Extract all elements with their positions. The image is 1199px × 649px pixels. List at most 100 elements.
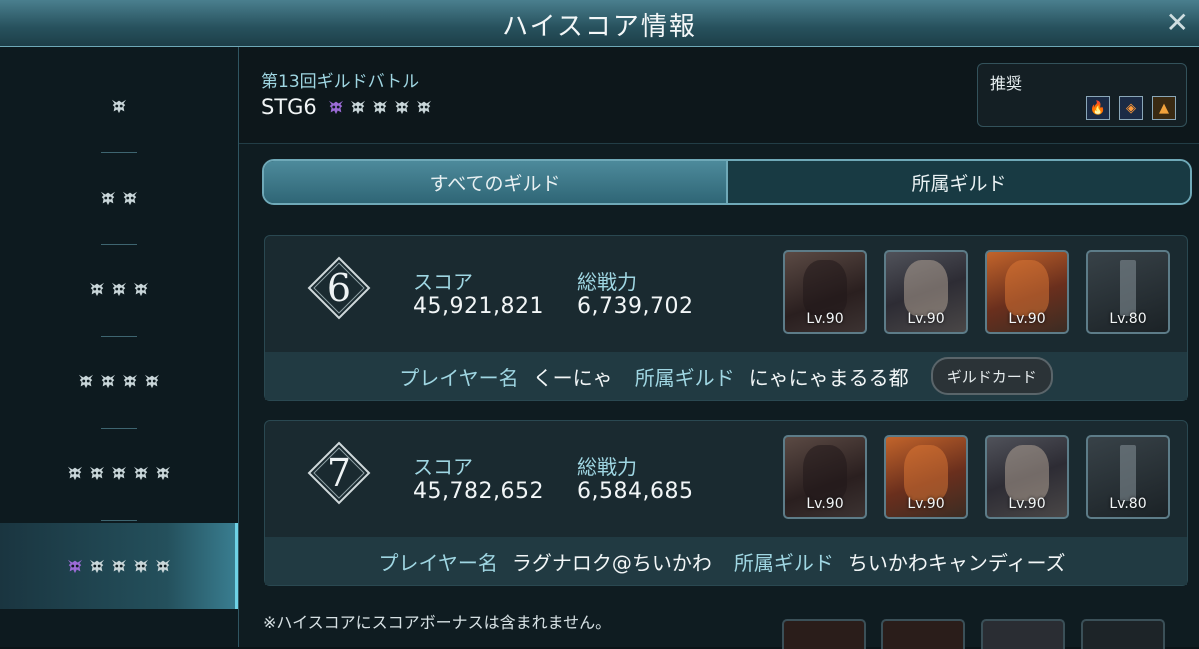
guild-card-button[interactable]: ギルドカード xyxy=(930,357,1053,395)
recommended-box: 推奨 🔥 ◈ ▲ xyxy=(977,63,1187,127)
skull-icon xyxy=(66,465,84,481)
close-icon[interactable]: ✕ xyxy=(1166,6,1189,39)
score-value: 45,782,652 xyxy=(413,479,544,504)
character-portrait[interactable]: Lv.90 xyxy=(783,250,867,334)
title-bar: ハイスコア情報 ✕ xyxy=(0,0,1199,47)
guild-label: 所属ギルド xyxy=(634,365,735,390)
skull-icon xyxy=(66,558,84,574)
main-panel: 第13回ギルドバトル STG6 推奨 🔥 ◈ ▲ すべてのギルド 所属ギルド 6… xyxy=(239,47,1199,649)
guild-label: 所属ギルド xyxy=(733,550,834,575)
sidebar-item-difficulty-4[interactable] xyxy=(0,338,238,424)
skull-icon xyxy=(88,558,106,574)
skull-icon xyxy=(121,373,139,389)
character-portrait[interactable]: Lv.90 xyxy=(884,435,968,519)
sidebar-item-difficulty-6[interactable] xyxy=(0,523,238,609)
ranking-entry: 6 スコア 45,921,821 総戦力 6,739,702 Lv.90 Lv.… xyxy=(264,235,1188,401)
skull-icon xyxy=(110,281,128,297)
power-label: 総戦力 xyxy=(577,455,637,479)
recommended-label: 推奨 xyxy=(990,74,1023,93)
character-level: Lv.90 xyxy=(907,496,945,512)
character-portrait[interactable]: Lv.90 xyxy=(985,435,1069,519)
diamond-element-icon: ◈ xyxy=(1119,96,1143,120)
skull-icon xyxy=(349,99,367,115)
fire-icon: 🔥 xyxy=(1086,96,1110,120)
sidebar-divider xyxy=(101,152,137,153)
skull-icon xyxy=(110,558,128,574)
red-beast-portrait xyxy=(904,445,948,501)
stage-label: STG6 xyxy=(261,95,435,119)
skull-icon xyxy=(88,281,106,297)
guild-name: ちいかわキャンディーズ xyxy=(847,550,1066,575)
dark-haired-warrior-portrait xyxy=(803,445,847,501)
stage-difficulty xyxy=(325,99,435,115)
skull-icon xyxy=(154,558,172,574)
rank-badge: 6 xyxy=(307,256,371,320)
player-name: ラグナロク@ちいかわ xyxy=(511,550,712,575)
sword-portrait xyxy=(1120,445,1136,501)
difficulty-sidebar xyxy=(0,47,239,647)
sidebar-item-difficulty-3[interactable] xyxy=(0,246,238,332)
character-level: Lv.90 xyxy=(1008,496,1046,512)
triangle-element-icon: ▲ xyxy=(1152,96,1176,120)
rank-number: 6 xyxy=(326,266,352,310)
sidebar-divider xyxy=(101,428,137,429)
character-portrait-peek xyxy=(881,619,965,649)
skull-icon xyxy=(121,190,139,206)
skull-icon xyxy=(154,465,172,481)
character-portrait-peek xyxy=(981,619,1065,649)
battle-title: 第13回ギルドバトル xyxy=(261,72,420,92)
sidebar-divider xyxy=(101,520,137,521)
character-level: Lv.80 xyxy=(1109,311,1147,327)
character-portrait[interactable]: Lv.80 xyxy=(1086,250,1170,334)
tab-all-guilds[interactable]: すべてのギルド xyxy=(264,161,728,203)
character-level: Lv.90 xyxy=(806,496,844,512)
sidebar-item-difficulty-2[interactable] xyxy=(0,155,238,241)
character-portrait[interactable]: Lv.90 xyxy=(985,250,1069,334)
score-note: ※ハイスコアにスコアボーナスは含まれません。 xyxy=(263,613,612,632)
sidebar-item-difficulty-5[interactable] xyxy=(0,430,238,516)
score-value: 45,921,821 xyxy=(413,294,544,319)
skull-icon xyxy=(132,281,150,297)
player-label: プレイヤー名 xyxy=(378,550,498,575)
character-portrait[interactable]: Lv.90 xyxy=(884,250,968,334)
character-level: Lv.90 xyxy=(806,311,844,327)
sidebar-divider xyxy=(101,244,137,245)
battle-header: 第13回ギルドバトル STG6 推奨 🔥 ◈ ▲ xyxy=(239,47,1199,144)
character-portrait-peek xyxy=(1081,619,1165,649)
skull-icon xyxy=(327,99,345,115)
guild-tabs: すべてのギルド 所属ギルド xyxy=(262,159,1192,205)
player-label: プレイヤー名 xyxy=(399,365,519,390)
power-label: 総戦力 xyxy=(577,270,637,294)
tab-my-guild[interactable]: 所属ギルド xyxy=(728,161,1190,203)
skull-icon xyxy=(99,373,117,389)
skull-icon xyxy=(143,373,161,389)
character-level: Lv.90 xyxy=(907,311,945,327)
score-label: スコア xyxy=(413,455,473,479)
party-characters: Lv.90 Lv.90 Lv.90 Lv.80 xyxy=(783,435,1170,519)
stage-name: STG6 xyxy=(261,95,317,119)
dark-haired-warrior-portrait xyxy=(803,260,847,316)
skull-icon xyxy=(132,558,150,574)
skull-icon xyxy=(110,98,128,114)
score-label: スコア xyxy=(413,270,473,294)
window-title: ハイスコア情報 xyxy=(502,12,697,42)
player-name: くーにゃ xyxy=(532,365,613,390)
skull-icon xyxy=(393,99,411,115)
rank-badge: 7 xyxy=(307,441,371,505)
character-portrait[interactable]: Lv.80 xyxy=(1086,435,1170,519)
skull-icon xyxy=(415,99,433,115)
sidebar-item-difficulty-1[interactable] xyxy=(0,63,238,149)
character-level: Lv.80 xyxy=(1109,496,1147,512)
character-portrait[interactable]: Lv.90 xyxy=(783,435,867,519)
power-value: 6,584,685 xyxy=(577,479,694,504)
character-portrait-peek xyxy=(782,619,866,649)
young-man-portrait xyxy=(904,260,948,316)
skull-icon xyxy=(77,373,95,389)
skull-icon xyxy=(88,465,106,481)
rank-number: 7 xyxy=(326,451,352,495)
character-level: Lv.90 xyxy=(1008,311,1046,327)
power-value: 6,739,702 xyxy=(577,294,694,319)
sidebar-divider xyxy=(101,336,137,337)
skull-icon xyxy=(371,99,389,115)
sword-portrait xyxy=(1120,260,1136,316)
